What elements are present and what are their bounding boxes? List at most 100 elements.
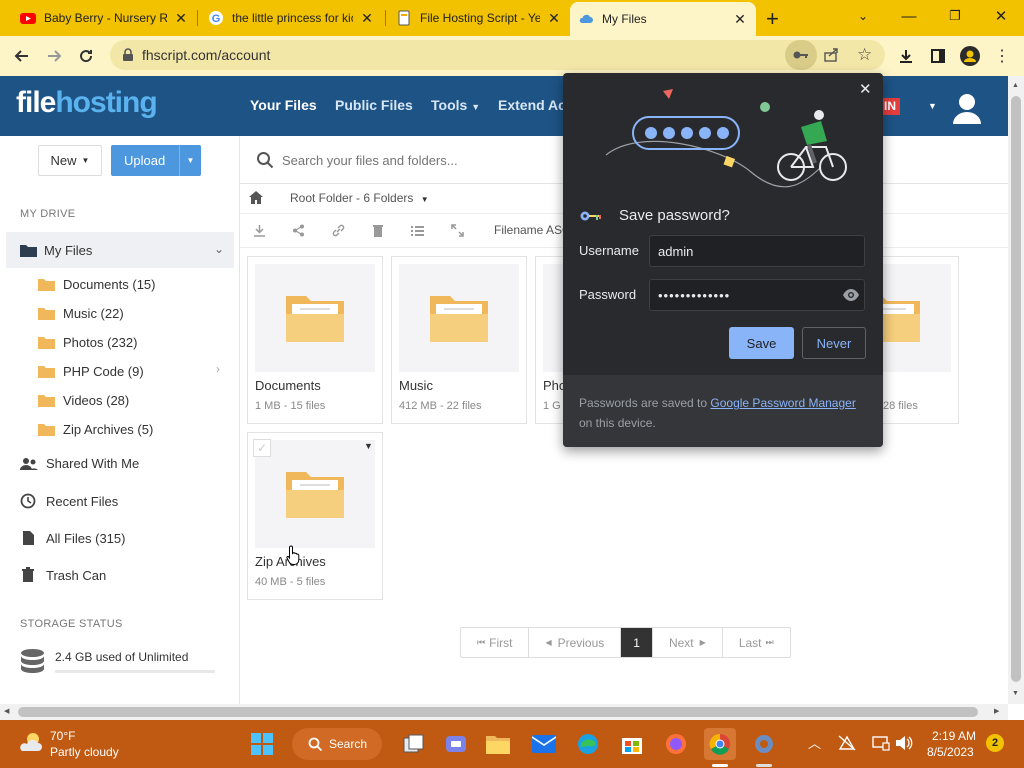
sort-dropdown[interactable]: Filename ASC (494, 223, 571, 237)
browser-tab-youtube[interactable]: Baby Berry - Nursery Rh ✕ (12, 4, 197, 32)
home-icon[interactable] (249, 191, 263, 204)
share-icon[interactable] (823, 47, 839, 63)
minimize-icon[interactable]: — (886, 0, 932, 32)
settings-gear-icon[interactable] (748, 728, 780, 760)
mail-icon[interactable] (528, 728, 560, 760)
my-files-item[interactable]: My Files ⌄ (6, 232, 234, 268)
folder-item-music[interactable]: Music (22) (38, 306, 124, 321)
pagination-current[interactable]: 1 (621, 628, 653, 657)
task-view-icon[interactable] (398, 728, 430, 760)
scroll-down-icon[interactable]: ▼ (1012, 690, 1019, 697)
new-tab-button[interactable]: + (766, 6, 779, 32)
back-icon[interactable] (8, 42, 36, 70)
breadcrumb-root-folder[interactable]: Root Folder - 6 Folders ▼ (290, 191, 429, 205)
notification-badge[interactable]: 2 (986, 734, 1004, 752)
share-icon[interactable] (292, 224, 305, 237)
vertical-scroll-thumb[interactable] (1011, 96, 1021, 682)
list-view-icon[interactable] (411, 224, 424, 237)
nav-extend[interactable]: Extend Ac (498, 97, 566, 113)
chrome-menu-icon[interactable]: ⋮ (988, 42, 1016, 70)
new-button[interactable]: New ▼ (38, 145, 102, 176)
profile-icon[interactable] (956, 42, 984, 70)
user-avatar[interactable] (952, 92, 982, 124)
display-icon[interactable] (872, 735, 890, 751)
scroll-left-icon[interactable]: ◀ (4, 707, 9, 715)
address-bar[interactable]: fhscript.com/account ☆ (110, 40, 885, 70)
username-field[interactable]: admin (649, 235, 865, 267)
microsoft-store-icon[interactable] (616, 728, 648, 760)
select-checkbox[interactable]: ✓ (253, 439, 271, 457)
tab-close-icon[interactable]: ✕ (732, 11, 748, 28)
card-menu-dropdown-icon[interactable]: ▼ (364, 441, 373, 451)
bookmark-star-icon[interactable]: ☆ (857, 45, 872, 65)
tab-close-icon[interactable]: ✕ (359, 10, 375, 27)
restore-icon[interactable]: ❐ (932, 0, 978, 32)
horizontal-scrollbar[interactable]: ◀ ▶ (0, 704, 1008, 720)
file-explorer-icon[interactable] (482, 728, 514, 760)
folder-item-php-code[interactable]: PHP Code (9) (38, 364, 144, 379)
folder-card-music[interactable]: Music 412 MB - 22 files (391, 256, 527, 424)
teams-chat-icon[interactable] (440, 728, 472, 760)
weather-partly-cloudy-icon[interactable] (18, 731, 44, 753)
nav-public-files[interactable]: Public Files (335, 97, 413, 113)
password-manager-link[interactable]: Google Password Manager (710, 396, 855, 410)
show-hidden-icons-icon[interactable]: ︿ (808, 733, 821, 752)
scroll-right-icon[interactable]: ▶ (994, 707, 999, 715)
site-logo[interactable]: filehosting (16, 86, 158, 120)
admin-badge[interactable]: IN (880, 98, 900, 115)
volume-icon[interactable] (895, 735, 913, 751)
fullscreen-icon[interactable] (451, 224, 464, 237)
horizontal-scroll-thumb[interactable] (18, 707, 978, 717)
tab-close-icon[interactable]: ✕ (173, 10, 189, 27)
network-offline-icon[interactable] (838, 735, 856, 751)
clock-time[interactable]: 2:19 AM (932, 729, 976, 743)
download-icon[interactable] (253, 224, 266, 237)
scroll-up-icon[interactable]: ▲ (1012, 82, 1019, 89)
folder-item-videos[interactable]: Videos (28) (38, 393, 129, 408)
browser-tab-google[interactable]: G the little princess for kic ✕ (200, 4, 383, 32)
sidebar-item-shared[interactable]: Shared With Me (20, 456, 139, 471)
vertical-scrollbar[interactable]: ▲ ▼ (1008, 76, 1024, 704)
taskbar-search[interactable]: Search (292, 728, 382, 760)
side-panel-icon[interactable] (924, 42, 952, 70)
pagination-previous[interactable]: ◀ Previous (529, 628, 622, 657)
link-icon[interactable] (332, 224, 345, 237)
folder-item-zip-archives[interactable]: Zip Archives (5) (38, 422, 153, 437)
firefox-icon[interactable] (660, 728, 692, 760)
password-field[interactable]: ••••••••••••• (649, 279, 865, 311)
browser-tab-filehosting[interactable]: File Hosting Script - Ye ✕ (388, 4, 570, 32)
folder-item-photos[interactable]: Photos (232) (38, 335, 137, 350)
browser-tab-my-files[interactable]: My Files ✕ (570, 2, 756, 36)
nav-your-files[interactable]: Your Files (250, 97, 317, 113)
edge-browser-icon[interactable] (572, 728, 604, 760)
forward-icon[interactable] (40, 42, 68, 70)
pagination-last[interactable]: Last ⏭ (723, 628, 790, 657)
chrome-taskbar-icon[interactable] (704, 728, 736, 760)
dialog-close-icon[interactable]: ✕ (859, 80, 872, 98)
save-password-button[interactable]: Save (729, 327, 794, 359)
search-input[interactable] (282, 148, 582, 172)
tab-close-icon[interactable]: ✕ (546, 10, 562, 27)
pagination-first[interactable]: ⏮ First (461, 628, 530, 657)
trash-icon[interactable] (372, 224, 384, 237)
folder-item-documents[interactable]: Documents (15) (38, 277, 155, 292)
clock-date[interactable]: 8/5/2023 (927, 745, 974, 759)
pagination-next[interactable]: Next ▶ (653, 628, 723, 657)
upload-button[interactable]: Upload ▼ (111, 145, 201, 176)
folder-card-documents[interactable]: Documents 1 MB - 15 files (247, 256, 383, 424)
sidebar-item-all-files[interactable]: All Files (315) (20, 530, 125, 546)
reload-icon[interactable] (72, 42, 100, 70)
password-key-icon[interactable] (785, 40, 817, 70)
tab-search-icon[interactable]: ⌄ (840, 0, 886, 32)
sidebar-item-recent[interactable]: Recent Files (20, 493, 118, 509)
folder-card-zip-archives[interactable]: ✓ ▼ Zip Archives 40 MB - 5 files (247, 432, 383, 600)
sidebar-item-trash[interactable]: Trash Can (20, 567, 106, 583)
window-close-icon[interactable]: ✕ (978, 0, 1024, 32)
nav-tools[interactable]: Tools ▼ (431, 97, 480, 113)
account-dropdown-icon[interactable]: ▼ (928, 101, 937, 111)
chevron-right-icon[interactable]: › (216, 362, 220, 376)
show-password-eye-icon[interactable] (843, 289, 859, 301)
download-icon[interactable] (892, 42, 920, 70)
never-save-button[interactable]: Never (802, 327, 866, 359)
windows-start-icon[interactable] (246, 728, 278, 760)
